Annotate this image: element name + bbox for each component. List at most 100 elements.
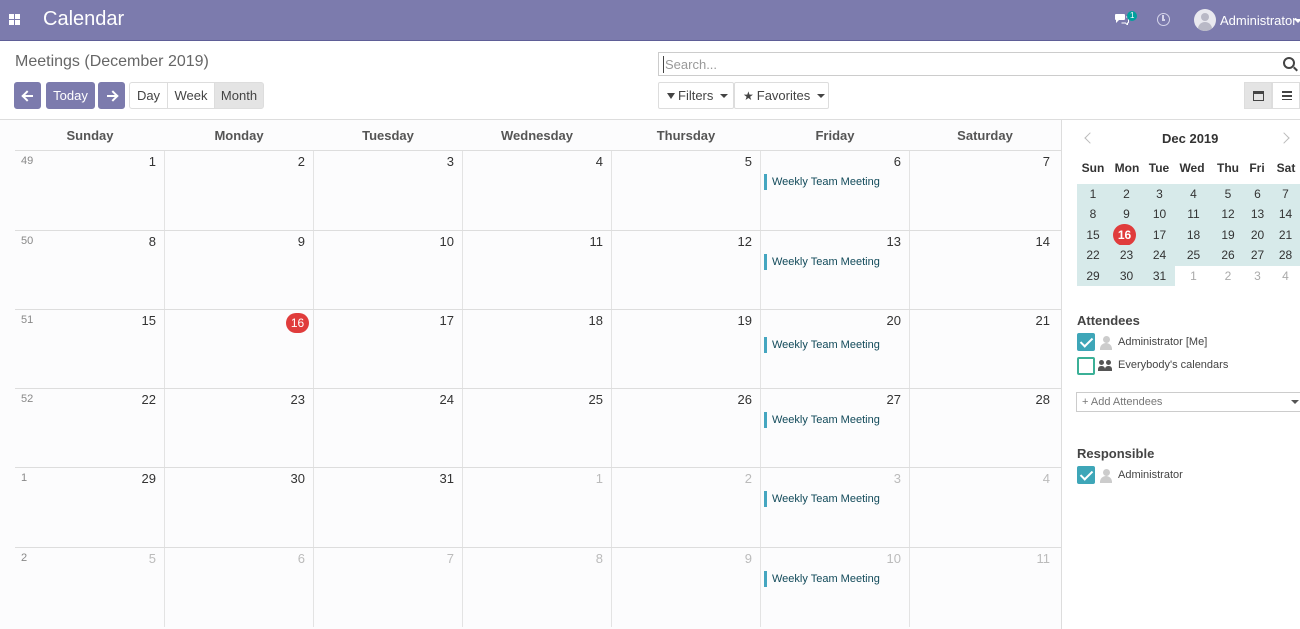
day-cell[interactable]: 9 — [611, 548, 760, 627]
day-cell[interactable]: 19 — [611, 310, 760, 389]
day-cell[interactable]: 6 — [164, 548, 313, 627]
mini-calendar-day[interactable]: 9 — [1109, 204, 1144, 225]
day-view-button[interactable]: Day — [129, 82, 168, 109]
day-cell[interactable]: 2 — [611, 468, 760, 547]
mini-calendar-day[interactable]: 31 — [1144, 266, 1175, 286]
day-cell[interactable]: 21 — [909, 310, 1058, 389]
mini-calendar-day[interactable]: 8 — [1077, 204, 1109, 225]
day-cell[interactable]: 8 — [462, 548, 611, 627]
day-cell[interactable]: 18 — [462, 310, 611, 389]
day-cell[interactable]: 28 — [909, 389, 1058, 468]
filters-dropdown[interactable]: Filters — [658, 82, 734, 109]
mini-calendar-day[interactable]: 28 — [1271, 245, 1300, 266]
day-cell[interactable]: 2 — [164, 151, 313, 230]
day-cell[interactable]: 1 — [15, 151, 164, 230]
responsible-checkbox-admin[interactable] — [1077, 466, 1095, 484]
day-cell[interactable]: 24 — [313, 389, 462, 468]
calendar-event[interactable]: Weekly Team Meeting — [764, 254, 902, 270]
calendar-view-switch[interactable] — [1244, 82, 1272, 109]
day-cell[interactable]: 10 Weekly Team Meeting — [760, 548, 909, 627]
day-cell[interactable]: 1 — [462, 468, 611, 547]
day-cell[interactable]: 4 — [462, 151, 611, 230]
activity-clock-icon[interactable] — [1157, 13, 1170, 26]
day-cell[interactable]: 4 — [909, 468, 1058, 547]
mini-calendar-day[interactable]: 19 — [1212, 225, 1244, 245]
day-cell[interactable]: 5 — [611, 151, 760, 230]
mini-calendar-day[interactable]: 29 — [1077, 266, 1109, 286]
mini-calendar-day[interactable]: 4 — [1271, 266, 1300, 286]
mini-calendar-next-icon[interactable] — [1278, 132, 1290, 144]
day-cell[interactable]: 11 — [462, 231, 611, 310]
day-cell[interactable]: 12 — [611, 231, 760, 310]
add-attendees-input[interactable]: + Add Attendees — [1076, 392, 1300, 412]
today-button[interactable]: Today — [46, 82, 95, 109]
mini-calendar-day[interactable]: 26 — [1212, 245, 1244, 266]
mini-calendar-day[interactable]: 20 — [1244, 225, 1271, 245]
calendar-event[interactable]: Weekly Team Meeting — [764, 174, 902, 190]
mini-calendar-day[interactable]: 4 — [1175, 184, 1212, 204]
day-cell[interactable]: 15 — [15, 310, 164, 389]
mini-calendar-day[interactable]: 10 — [1144, 204, 1175, 225]
day-cell[interactable]: 27 Weekly Team Meeting — [760, 389, 909, 468]
mini-calendar-day[interactable]: 1 — [1077, 184, 1109, 204]
mini-calendar-day[interactable]: 1 — [1175, 266, 1212, 286]
day-cell[interactable]: 26 — [611, 389, 760, 468]
apps-menu-icon[interactable] — [9, 14, 20, 25]
calendar-event[interactable]: Weekly Team Meeting — [764, 412, 902, 428]
mini-calendar-day[interactable]: 16 — [1109, 224, 1144, 246]
mini-calendar-day[interactable]: 2 — [1109, 184, 1144, 204]
day-cell[interactable]: 31 — [313, 468, 462, 547]
day-cell[interactable]: 16 — [164, 310, 313, 389]
day-cell[interactable]: 25 — [462, 389, 611, 468]
day-cell[interactable]: 29 — [15, 468, 164, 547]
mini-calendar-day[interactable]: 3 — [1244, 266, 1271, 286]
mini-calendar-day[interactable]: 17 — [1144, 225, 1175, 245]
mini-calendar-day[interactable]: 13 — [1244, 204, 1271, 225]
day-cell[interactable]: 3 — [313, 151, 462, 230]
mini-calendar-day[interactable]: 7 — [1271, 184, 1300, 204]
day-cell[interactable]: 3 Weekly Team Meeting — [760, 468, 909, 547]
mini-calendar-day[interactable]: 12 — [1212, 204, 1244, 225]
mini-calendar-day[interactable]: 27 — [1244, 245, 1271, 266]
mini-calendar-day[interactable]: 23 — [1109, 245, 1144, 266]
day-cell[interactable]: 8 — [15, 231, 164, 310]
favorites-dropdown[interactable]: ★ Favorites — [734, 82, 829, 109]
previous-button[interactable] — [14, 82, 41, 109]
mini-calendar-day[interactable]: 25 — [1175, 245, 1212, 266]
search-input[interactable] — [663, 56, 1263, 73]
calendar-event[interactable]: Weekly Team Meeting — [764, 491, 902, 507]
mini-calendar-day[interactable]: 24 — [1144, 245, 1175, 266]
mini-calendar-day[interactable]: 30 — [1109, 266, 1144, 286]
mini-calendar-day[interactable]: 3 — [1144, 184, 1175, 204]
mini-calendar-day[interactable]: 14 — [1271, 204, 1300, 225]
mini-calendar-day[interactable]: 22 — [1077, 245, 1109, 266]
caret-down-icon[interactable] — [1291, 400, 1299, 404]
week-view-button[interactable]: Week — [167, 82, 215, 109]
day-cell[interactable]: 13 Weekly Team Meeting — [760, 231, 909, 310]
mini-calendar-day[interactable]: 5 — [1212, 184, 1244, 204]
calendar-event[interactable]: Weekly Team Meeting — [764, 571, 902, 587]
list-view-switch[interactable] — [1272, 82, 1300, 109]
search-icon[interactable] — [1283, 57, 1295, 69]
mini-calendar-day[interactable]: 21 — [1271, 225, 1300, 245]
day-cell[interactable]: 22 — [15, 389, 164, 468]
mini-calendar-day[interactable]: 11 — [1175, 204, 1212, 225]
mini-calendar-day[interactable]: 6 — [1244, 184, 1271, 204]
day-cell[interactable]: 10 — [313, 231, 462, 310]
day-cell[interactable]: 11 — [909, 548, 1058, 627]
attendee-checkbox-me[interactable] — [1077, 333, 1095, 351]
day-cell[interactable]: 7 — [909, 151, 1058, 230]
mini-calendar-prev-icon[interactable] — [1084, 132, 1096, 144]
mini-calendar-day[interactable]: 18 — [1175, 225, 1212, 245]
day-cell[interactable]: 5 — [15, 548, 164, 627]
attendee-checkbox-everybody[interactable] — [1077, 357, 1095, 375]
day-cell[interactable]: 7 — [313, 548, 462, 627]
day-cell[interactable]: 20 Weekly Team Meeting — [760, 310, 909, 389]
mini-calendar-day[interactable]: 2 — [1212, 266, 1244, 286]
day-cell[interactable]: 17 — [313, 310, 462, 389]
calendar-event[interactable]: Weekly Team Meeting — [764, 337, 902, 353]
day-cell[interactable]: 9 — [164, 231, 313, 310]
day-cell[interactable]: 6 Weekly Team Meeting — [760, 151, 909, 230]
next-button[interactable] — [98, 82, 125, 109]
day-cell[interactable]: 14 — [909, 231, 1058, 310]
